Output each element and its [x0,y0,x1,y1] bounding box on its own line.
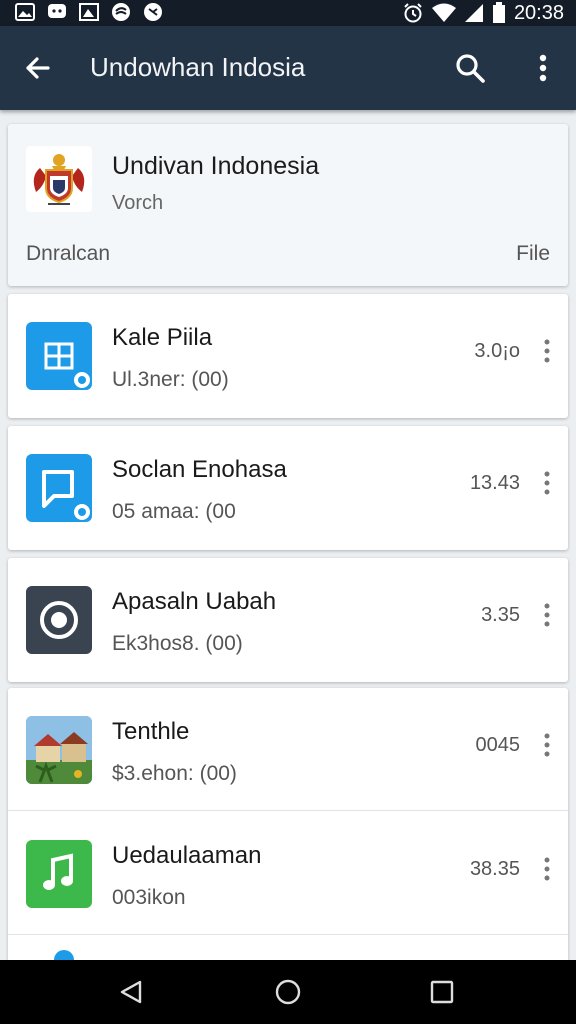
list-item-title: Apasaln Uabah [112,588,277,615]
record-icon [26,586,92,654]
windows-icon [26,322,92,390]
list-item-value: 0045 [475,734,521,756]
more-vert-icon [539,54,547,82]
sync-icon [142,2,164,22]
more-vert-icon [544,733,550,757]
list-item[interactable]: Apasaln Uabah Ek3hos8. (00) 3.35 [8,558,568,682]
header-card-title: Undivan Indonesia [112,152,320,180]
list-item-subtitle: 05 amaa: (00 [112,500,236,523]
nav-home-icon [275,979,301,1005]
header-card-left-label[interactable]: Dnralcan [26,242,110,266]
list-card: Apasaln Uabah Ek3hos8. (00) 3.35 [8,558,568,682]
app-bar: Undowhan Indosia [0,26,576,110]
landscape-photo-icon [26,716,92,784]
nav-home-button[interactable] [272,976,304,1008]
list-item-value: 3.0¡o [474,340,520,362]
back-button[interactable] [20,50,56,86]
list-item-subtitle: 003ikon [112,886,186,909]
next-item-icon-partial [54,950,74,960]
list-card: Soclan Enohasa 05 amaa: (00 13.43 [8,426,568,550]
list-item[interactable]: Kale Piila Ul.3ner: (00) 3.0¡o [8,294,568,418]
list-item-value: 13.43 [469,472,520,494]
list-item[interactable]: Uedaulaaman 003ikon 38.35 [8,812,568,936]
music-note-icon [26,840,92,908]
item-overflow-button[interactable] [540,732,554,758]
list-card: Kale Piila Ul.3ner: (00) 3.0¡o [8,294,568,418]
list-card: Tenthle $3.ehon: (00) 0045 Uedaulaaman 0… [8,688,568,960]
overflow-menu-button[interactable] [528,50,558,86]
coat-of-arms-icon [26,146,92,212]
more-vert-icon [544,471,550,495]
nav-back-button[interactable] [116,976,148,1008]
divider [8,934,568,935]
wifi-icon [431,3,456,22]
chat-icon [26,454,92,522]
search-button[interactable] [452,50,488,86]
arrow-back-icon [26,57,50,79]
search-icon [456,54,485,83]
header-card-subtitle: Vorch [112,192,164,214]
list-item-title: Kale Piila [112,324,213,351]
list-item[interactable]: Tenthle $3.ehon: (00) 0045 [8,688,568,812]
signal-icon [464,4,483,22]
more-vert-icon [544,339,550,363]
nav-recents-button[interactable] [426,976,458,1008]
status-time: 20:38 [513,1,564,24]
header-card[interactable]: Undivan Indonesia Vorch Dnralcan File [8,124,568,286]
gallery-icon [14,2,36,22]
nav-back-icon [120,980,142,1004]
status-bar: 20:38 [0,0,576,26]
more-vert-icon [544,857,550,881]
list-item-title: Uedaulaaman [112,842,262,869]
header-card-file-label[interactable]: File [516,242,550,266]
messenger-icon [46,2,68,22]
notification-icons [14,2,164,22]
alarm-icon [404,3,422,23]
item-overflow-button[interactable] [540,470,554,496]
list-item-subtitle: Ek3hos8. (00) [112,632,243,655]
item-overflow-button[interactable] [540,856,554,882]
system-status-icons: 20:38 [402,0,564,26]
item-overflow-button[interactable] [540,602,554,628]
system-navigation-bar [0,960,576,1024]
list-item-subtitle: Ul.3ner: (00) [112,368,229,391]
list-item-title: Soclan Enohasa [112,456,287,483]
page-title: Undowhan Indosia [90,52,306,82]
nav-recents-icon [430,980,454,1004]
divider [8,810,568,811]
image-icon [78,2,100,22]
music-app-icon [110,2,132,22]
item-overflow-button[interactable] [540,338,554,364]
list-item-title: Tenthle [112,718,190,745]
list-item-value: 38.35 [469,858,520,880]
list-item-subtitle: $3.ehon: (00) [112,762,237,785]
battery-icon [492,2,505,23]
list-item-value: 3.35 [481,604,520,626]
more-vert-icon [544,603,550,627]
list-item[interactable]: Soclan Enohasa 05 amaa: (00 13.43 [8,426,568,550]
